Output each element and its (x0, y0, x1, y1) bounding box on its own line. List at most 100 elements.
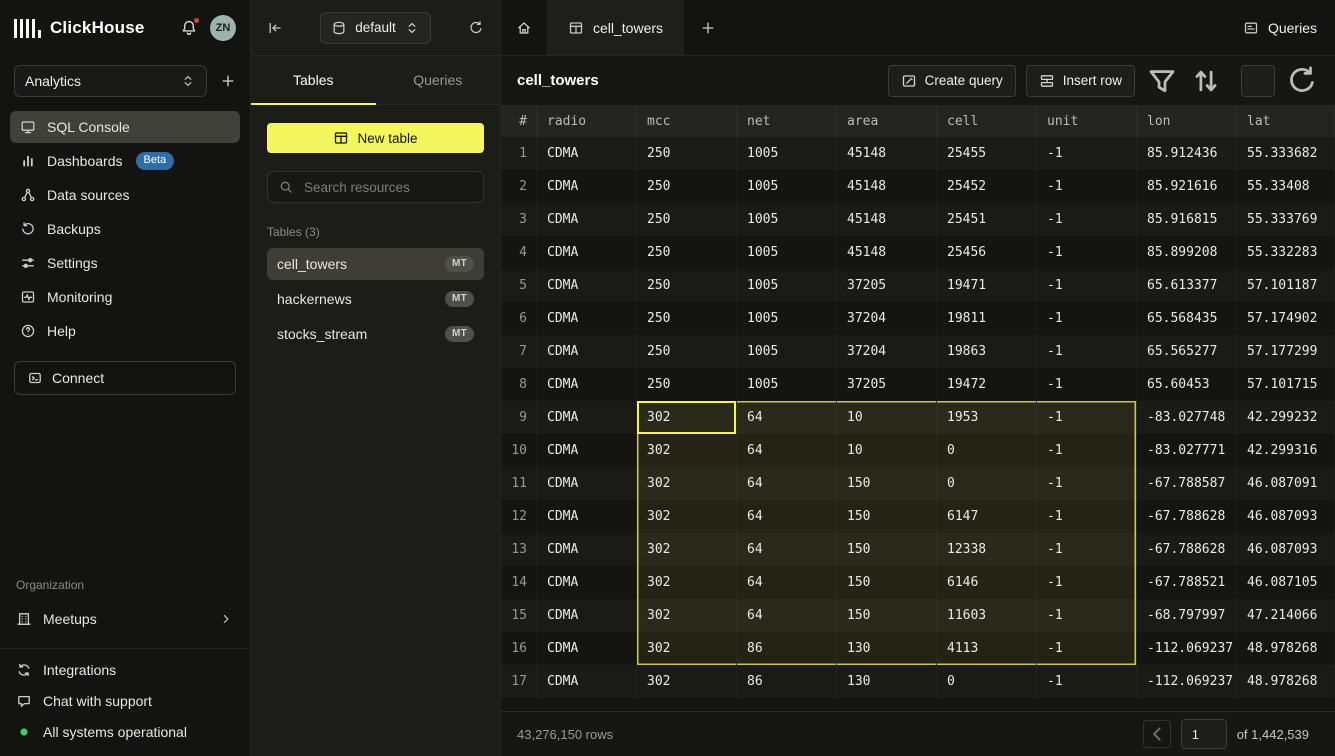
column-header-lat[interactable]: lat (1237, 105, 1335, 137)
cell-mcc[interactable]: 302 (637, 533, 737, 566)
column-header-mcc[interactable]: mcc (637, 105, 737, 137)
cell-lon[interactable]: -67.788628 (1137, 500, 1237, 533)
cell-cell[interactable]: 6147 (937, 500, 1037, 533)
cell-cell[interactable]: 25452 (937, 170, 1037, 203)
cell-lat[interactable]: 48.978268 (1237, 632, 1335, 665)
cell-mcc[interactable]: 302 (637, 599, 737, 632)
cell-net[interactable]: 64 (737, 500, 837, 533)
queries-button[interactable]: Queries (1225, 0, 1335, 55)
cell-net[interactable]: 1005 (737, 137, 837, 170)
database-selector[interactable]: default (320, 12, 431, 44)
cell-unit[interactable]: -1 (1037, 368, 1137, 401)
cell-area[interactable]: 37204 (837, 335, 937, 368)
cell-cell[interactable]: 0 (937, 434, 1037, 467)
user-avatar[interactable]: ZN (210, 15, 236, 41)
cell-radio[interactable]: CDMA (537, 137, 637, 170)
cell-radio[interactable]: CDMA (537, 368, 637, 401)
row-number-cell[interactable]: 14 (501, 566, 537, 599)
cell-lat[interactable]: 55.333769 (1237, 203, 1335, 236)
cell-area[interactable]: 45148 (837, 203, 937, 236)
column-header-area[interactable]: area (837, 105, 937, 137)
sidebar-item-sql-console[interactable]: SQL Console (10, 111, 240, 143)
cell-lon[interactable]: -83.027748 (1137, 401, 1237, 434)
cell-net[interactable]: 1005 (737, 335, 837, 368)
cell-lat[interactable]: 48.978268 (1237, 665, 1335, 698)
cell-area[interactable]: 150 (837, 467, 937, 500)
cell-unit[interactable]: -1 (1037, 137, 1137, 170)
cell-radio[interactable]: CDMA (537, 236, 637, 269)
cell-cell[interactable]: 19863 (937, 335, 1037, 368)
new-table-button[interactable]: New table (267, 123, 484, 153)
workspace-selector[interactable]: Analytics (14, 65, 207, 97)
cell-unit[interactable]: -1 (1037, 500, 1137, 533)
row-number-cell[interactable]: 4 (501, 236, 537, 269)
cell-unit[interactable]: -1 (1037, 533, 1137, 566)
cell-cell[interactable]: 12338 (937, 533, 1037, 566)
row-number-cell[interactable]: 12 (501, 500, 537, 533)
cell-unit[interactable]: -1 (1037, 302, 1137, 335)
cell-mcc[interactable]: 302 (637, 632, 737, 665)
create-query-button[interactable]: Create query (888, 65, 1016, 97)
column-header-cell[interactable]: cell (937, 105, 1037, 137)
cell-radio[interactable]: CDMA (537, 632, 637, 665)
column-header-net[interactable]: net (737, 105, 837, 137)
cell-lat[interactable]: 46.087093 (1237, 500, 1335, 533)
table-list-item-cell-towers[interactable]: cell_towersMT (267, 248, 484, 280)
cell-net[interactable]: 1005 (737, 368, 837, 401)
cell-unit[interactable]: -1 (1037, 335, 1137, 368)
cell-unit[interactable]: -1 (1037, 599, 1137, 632)
search-input[interactable] (302, 179, 473, 196)
cell-cell[interactable]: 25455 (937, 137, 1037, 170)
cell-net[interactable]: 64 (737, 467, 837, 500)
row-number-cell[interactable]: 10 (501, 434, 537, 467)
cell-lat[interactable]: 57.101715 (1237, 368, 1335, 401)
table-list-item-stocks-stream[interactable]: stocks_streamMT (267, 318, 484, 350)
cell-radio[interactable]: CDMA (537, 335, 637, 368)
cell-radio[interactable]: CDMA (537, 533, 637, 566)
row-number-cell[interactable]: 7 (501, 335, 537, 368)
explorer-tab-tables[interactable]: Tables (251, 56, 376, 104)
cell-net[interactable]: 86 (737, 665, 837, 698)
cell-cell[interactable]: 4113 (937, 632, 1037, 665)
column-header-unit[interactable]: unit (1037, 105, 1137, 137)
row-number-cell[interactable]: 5 (501, 269, 537, 302)
add-service-button[interactable] (220, 73, 236, 89)
cell-radio[interactable]: CDMA (537, 269, 637, 302)
cell-lon[interactable]: 65.60453 (1137, 368, 1237, 401)
cell-unit[interactable]: -1 (1037, 401, 1137, 434)
cell-mcc[interactable]: 250 (637, 269, 737, 302)
cell-net[interactable]: 64 (737, 401, 837, 434)
prev-page-button[interactable] (1143, 720, 1171, 748)
cell-area[interactable]: 150 (837, 500, 937, 533)
cell-area[interactable]: 130 (837, 632, 937, 665)
cell-unit[interactable]: -1 (1037, 269, 1137, 302)
cell-lat[interactable]: 46.087091 (1237, 467, 1335, 500)
row-number-cell[interactable]: 6 (501, 302, 537, 335)
cell-radio[interactable]: CDMA (537, 170, 637, 203)
sidebar-footer-item-all-systems-operational[interactable]: All systems operational (16, 724, 234, 740)
cell-net[interactable]: 64 (737, 566, 837, 599)
cell-area[interactable]: 37205 (837, 368, 937, 401)
cell-area[interactable]: 150 (837, 533, 937, 566)
cell-unit[interactable]: -1 (1037, 170, 1137, 203)
connect-button[interactable]: Connect (14, 361, 236, 395)
cell-lat[interactable]: 55.333682 (1237, 137, 1335, 170)
cell-area[interactable]: 37205 (837, 269, 937, 302)
refresh-data-button[interactable] (1285, 65, 1319, 97)
cell-cell[interactable]: 25451 (937, 203, 1037, 236)
cell-area[interactable]: 10 (837, 434, 937, 467)
cell-lon[interactable]: -112.069237 (1137, 632, 1237, 665)
cell-mcc[interactable]: 250 (637, 203, 737, 236)
cell-lon[interactable]: -67.788587 (1137, 467, 1237, 500)
cell-lat[interactable]: 42.299232 (1237, 401, 1335, 434)
cell-cell[interactable]: 19471 (937, 269, 1037, 302)
cell-net[interactable]: 64 (737, 434, 837, 467)
cell-cell[interactable]: 11603 (937, 599, 1037, 632)
cell-net[interactable]: 1005 (737, 203, 837, 236)
cell-radio[interactable]: CDMA (537, 500, 637, 533)
cell-mcc[interactable]: 302 (637, 665, 737, 698)
cell-unit[interactable]: -1 (1037, 236, 1137, 269)
row-number-cell[interactable]: 3 (501, 203, 537, 236)
cell-lat[interactable]: 42.299316 (1237, 434, 1335, 467)
cell-area[interactable]: 150 (837, 599, 937, 632)
